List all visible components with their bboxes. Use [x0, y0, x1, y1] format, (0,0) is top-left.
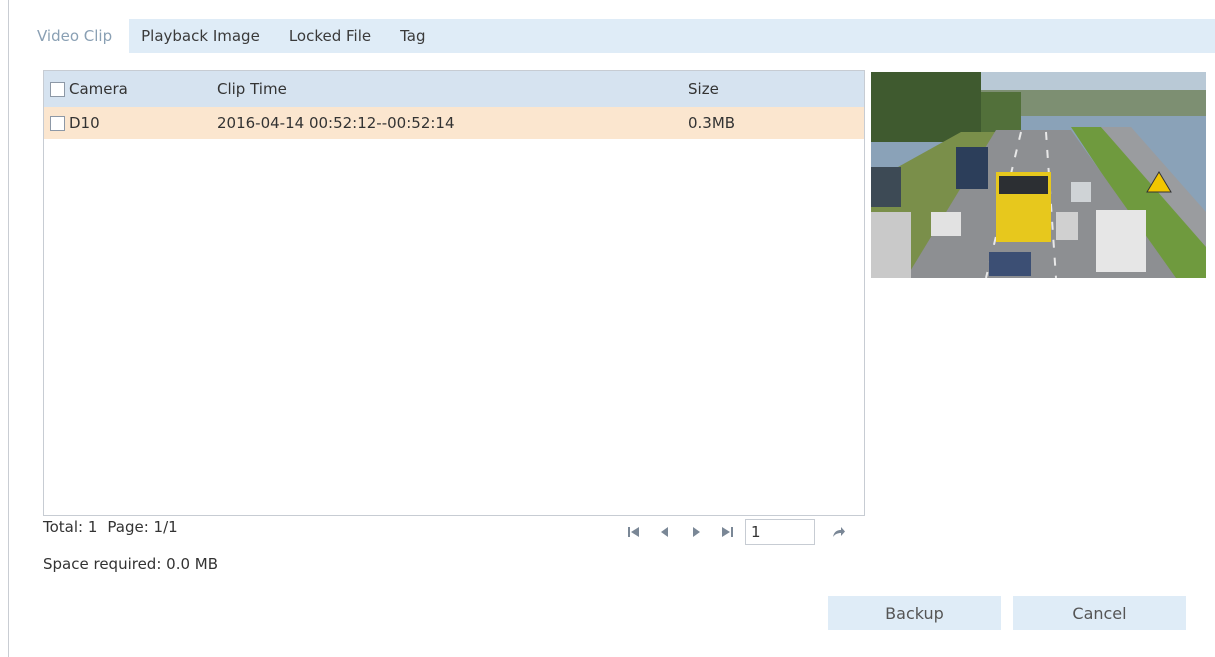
preview-image [871, 72, 1206, 278]
clip-list: Camera Clip Time Size D10 2016-04-14 00:… [43, 70, 865, 516]
go-icon[interactable] [825, 520, 853, 544]
last-page-icon[interactable] [714, 520, 739, 544]
header-camera-label: Camera [69, 80, 128, 98]
space-required: Space required: 0.0 MB [43, 555, 219, 573]
highway-traffic-image [871, 72, 1206, 278]
backup-button[interactable]: Backup [828, 596, 1001, 630]
cancel-button[interactable]: Cancel [1013, 596, 1186, 630]
header-camera-cell: Camera [44, 80, 217, 98]
first-page-icon[interactable] [621, 520, 646, 544]
page-number-input[interactable] [745, 519, 815, 545]
next-page-icon[interactable] [683, 520, 708, 544]
row-checkbox[interactable] [50, 115, 65, 131]
select-all-checkbox[interactable] [50, 81, 65, 97]
tab-tag[interactable]: Tag [388, 19, 442, 53]
total-count: Total: 1 [43, 518, 98, 536]
header-size: Size [688, 80, 719, 98]
row-camera-cell: D10 [44, 114, 217, 132]
row-size: 0.3MB [688, 114, 736, 132]
backup-dialog: Video Clip Playback Image Locked File Ta… [8, 0, 1215, 657]
tab-locked-file[interactable]: Locked File [277, 19, 388, 53]
list-summary: Total: 1 Page: 1/1 [43, 518, 188, 536]
tab-video-clip[interactable]: Video Clip [27, 19, 130, 53]
pager [621, 518, 853, 546]
tab-playback-image[interactable]: Playback Image [129, 19, 277, 53]
tab-bar: Video Clip Playback Image Locked File Ta… [27, 19, 1215, 53]
list-header: Camera Clip Time Size [44, 71, 864, 107]
table-row[interactable]: D10 2016-04-14 00:52:12--00:52:14 0.3MB [44, 107, 864, 139]
header-clip-time: Clip Time [217, 80, 287, 98]
row-clip-time: 2016-04-14 00:52:12--00:52:14 [217, 114, 455, 132]
prev-page-icon[interactable] [652, 520, 677, 544]
page-indicator: Page: 1/1 [107, 518, 178, 536]
row-camera: D10 [69, 114, 100, 132]
